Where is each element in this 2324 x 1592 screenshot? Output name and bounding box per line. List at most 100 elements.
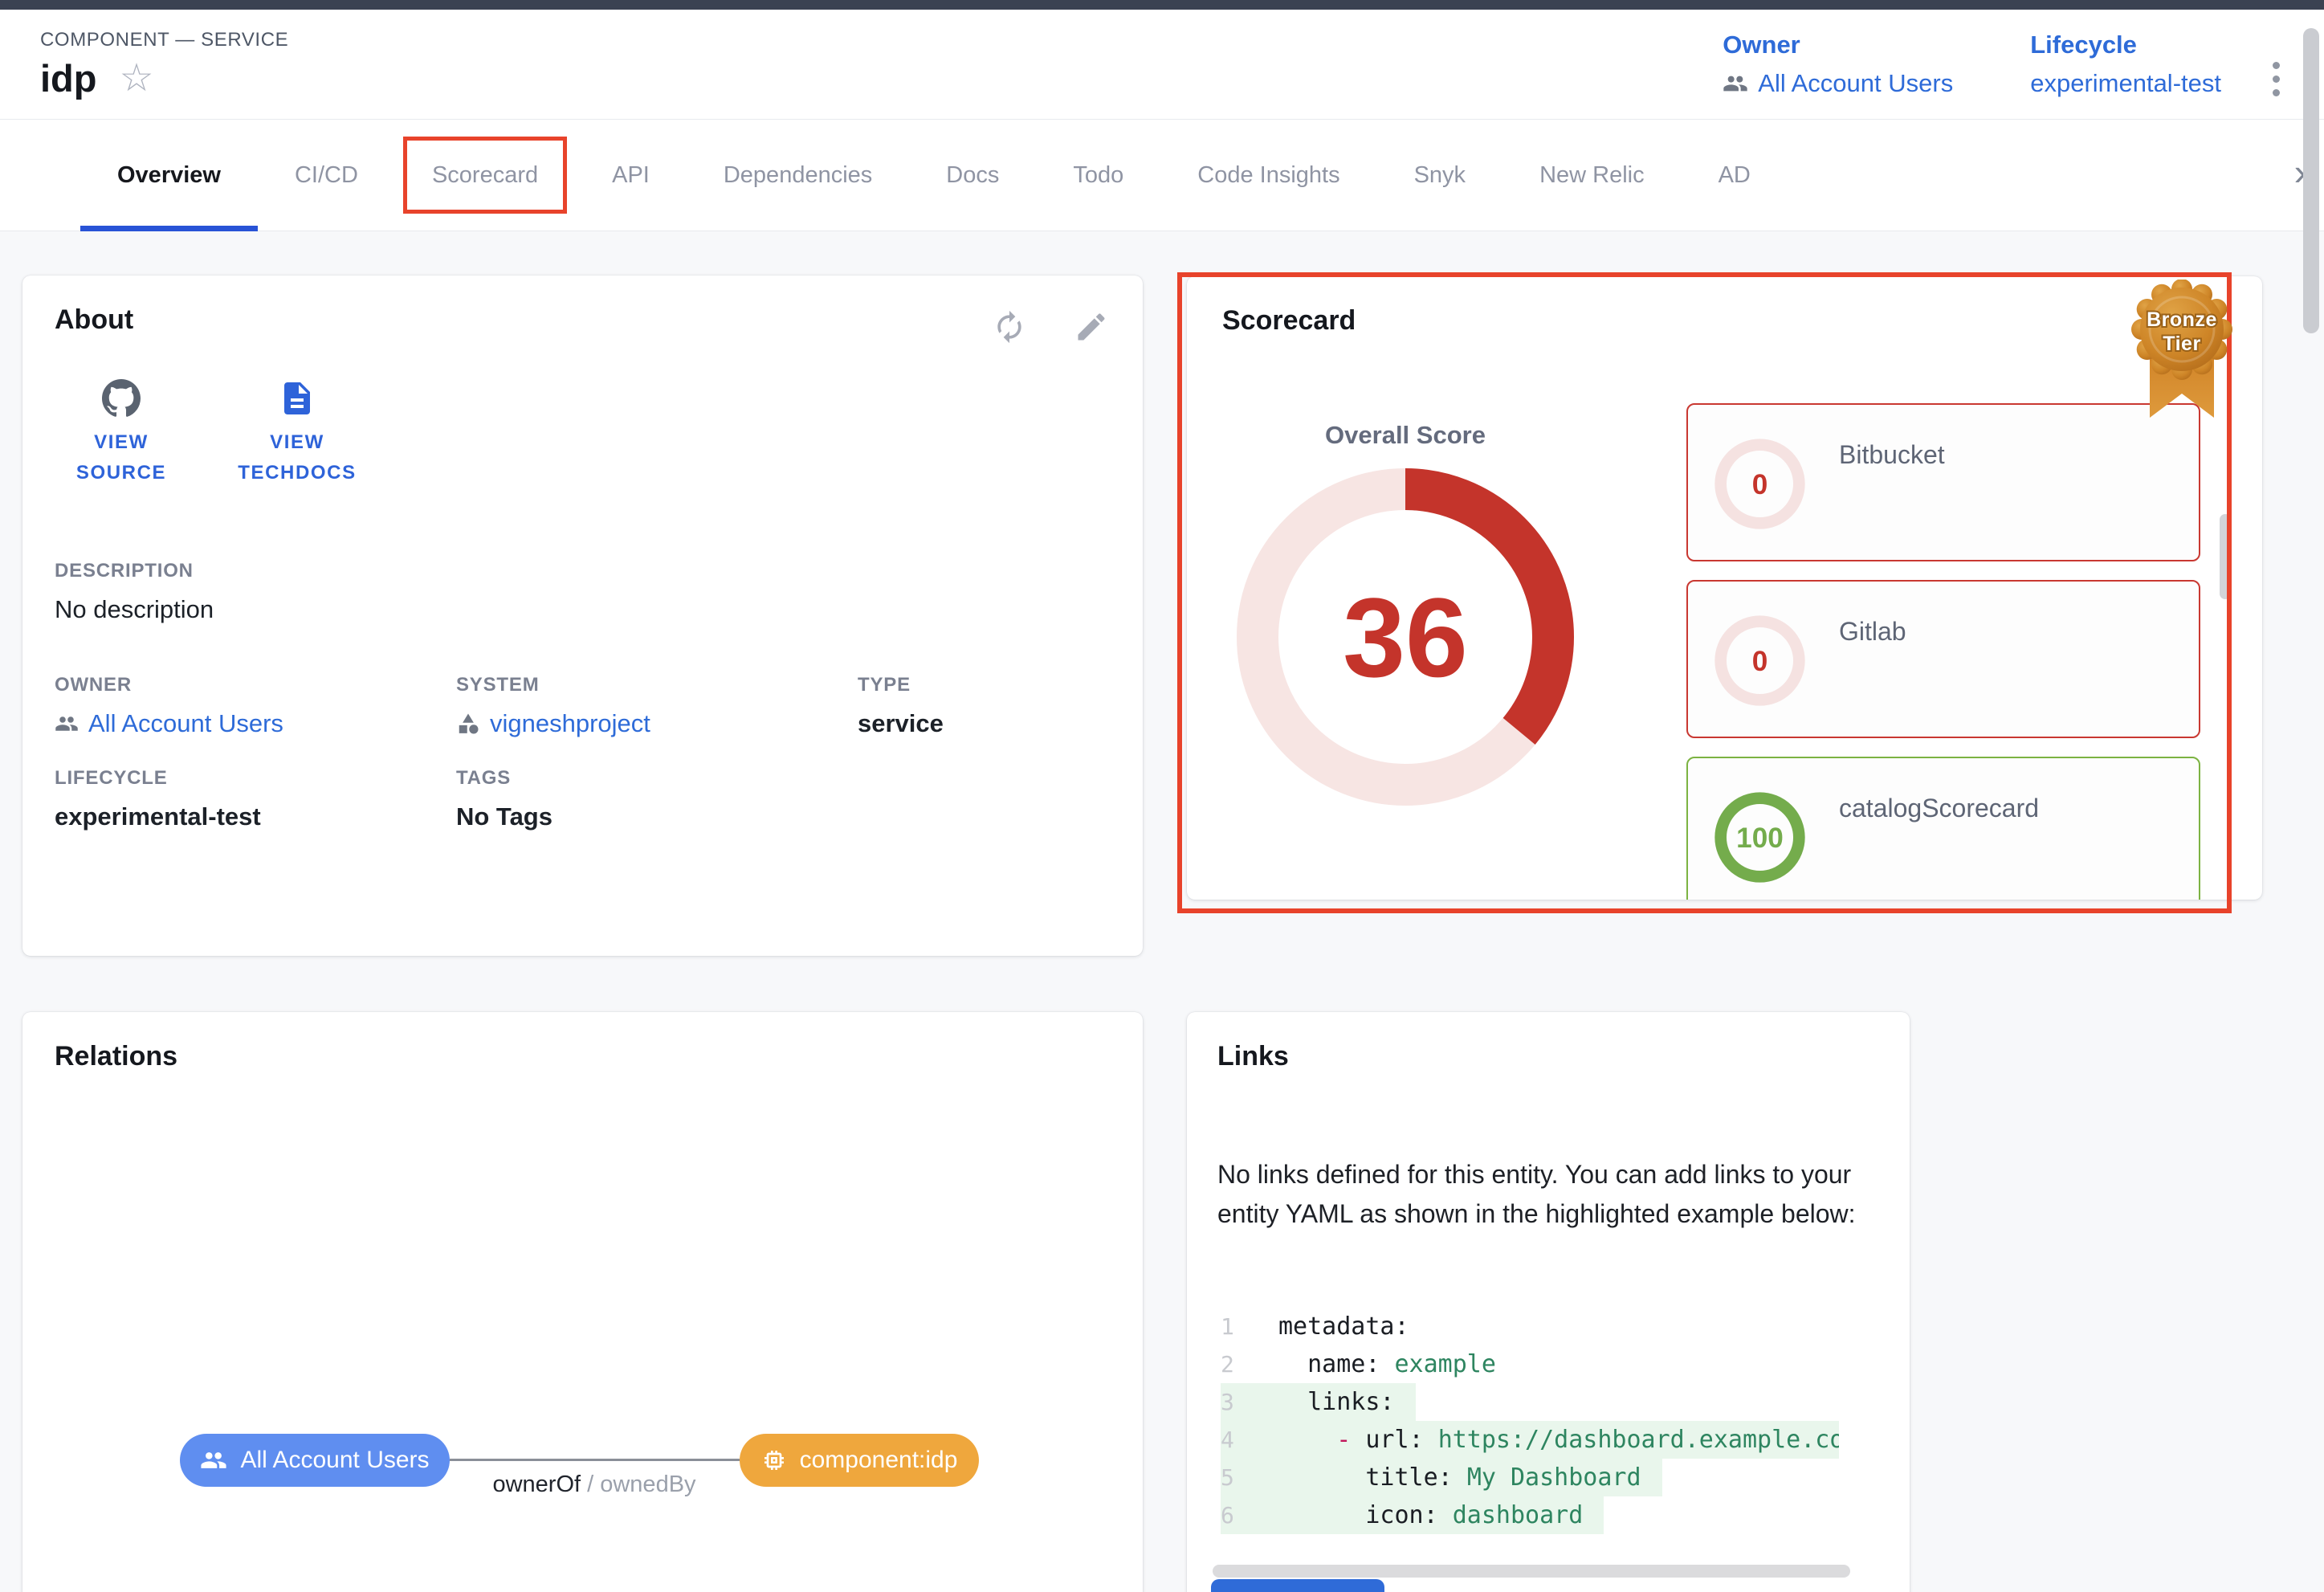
- breadcrumb: COMPONENT — SERVICE: [40, 29, 288, 51]
- scorecard-item-catalogscorecard[interactable]: 100catalogScorecard: [1686, 757, 2200, 900]
- tab-new-relic[interactable]: New Relic: [1502, 120, 1682, 231]
- about-card-title: About: [55, 304, 1111, 336]
- tab-ci-cd[interactable]: CI/CD: [258, 120, 395, 231]
- page-scrollbar[interactable]: [2303, 28, 2319, 333]
- partial-blue-button[interactable]: [1211, 1579, 1384, 1592]
- tab-label: Snyk: [1414, 162, 1466, 189]
- tab-label: Overview: [117, 162, 221, 189]
- category-icon: [456, 712, 480, 736]
- memory-chip-icon: [761, 1447, 787, 1473]
- relation-node-component[interactable]: component:idp: [740, 1434, 979, 1487]
- owner-value: All Account Users: [88, 709, 283, 738]
- techdocs-icon: [278, 379, 316, 418]
- lifecycle-label: LIFECYCLE: [55, 767, 456, 790]
- tab-ad[interactable]: AD: [1682, 120, 1788, 231]
- overall-score-gauge: 36: [1237, 468, 1574, 806]
- tab-label: Todo: [1073, 162, 1123, 189]
- github-icon: [102, 379, 141, 418]
- view-techdocs-label: VIEW TECHDOCS: [217, 427, 377, 489]
- tab-code-insights[interactable]: Code Insights: [1160, 120, 1376, 231]
- links-card: Links No links defined for this entity. …: [1187, 1012, 1910, 1592]
- tab-label: API: [612, 162, 650, 189]
- tab-label: Code Insights: [1197, 162, 1339, 189]
- group-icon: [1723, 71, 1748, 96]
- tab-label: CI/CD: [295, 162, 358, 189]
- code-line: 2 name: example: [1221, 1345, 1517, 1383]
- lifecycle-meta-label: Lifecycle: [2030, 31, 2221, 59]
- scorecard-item-name: Gitlab: [1839, 617, 1906, 647]
- code-block: 1metadata:2 name: example3 links:4 - url…: [1221, 1308, 1839, 1534]
- lifecycle-meta-text: experimental-test: [2030, 69, 2221, 98]
- svg-text:100: 100: [1736, 823, 1784, 854]
- scorecard-card: Scorecard Overall Score 36 0Bitbucket0Gi…: [1187, 276, 2262, 900]
- tab-label: New Relic: [1539, 162, 1645, 189]
- owner-link[interactable]: All Account Users: [55, 709, 456, 738]
- tab-docs[interactable]: Docs: [909, 120, 1036, 231]
- refresh-icon[interactable]: [992, 309, 1027, 345]
- group-icon: [55, 712, 79, 736]
- links-empty-text: No links defined for this entity. You ca…: [1217, 1155, 1884, 1234]
- tab-label: Dependencies: [724, 162, 872, 189]
- code-horizontal-scrollbar[interactable]: [1213, 1565, 1850, 1578]
- view-techdocs-link[interactable]: VIEW TECHDOCS: [217, 379, 377, 489]
- overall-score-value: 36: [1343, 574, 1468, 700]
- badge-text-line1: Bronze: [2147, 308, 2217, 331]
- relation-edge-label: ownerOf / ownedBy: [426, 1472, 763, 1498]
- tab-snyk[interactable]: Snyk: [1377, 120, 1502, 231]
- entity-header: COMPONENT — SERVICE idp ☆ Owner All Acco…: [0, 10, 2324, 119]
- relation-edge-line: [450, 1459, 740, 1461]
- tab-api[interactable]: API: [575, 120, 687, 231]
- tab-label: AD: [1719, 162, 1751, 189]
- scorecard-card-title: Scorecard: [1222, 305, 2227, 337]
- line-number: 6: [1221, 1496, 1256, 1534]
- tab-scorecard[interactable]: Scorecard: [395, 120, 575, 231]
- score-ring: 0: [1709, 610, 1811, 712]
- score-ring: 100: [1709, 786, 1811, 888]
- lifecycle-field: LIFECYCLE experimental-test: [55, 767, 456, 831]
- svg-text:0: 0: [1752, 469, 1768, 500]
- edit-icon[interactable]: [1074, 309, 1109, 345]
- owner-node-label: All Account Users: [240, 1447, 429, 1474]
- code-line: 4 - url: https://dashboard.example.co: [1221, 1421, 1839, 1459]
- code-line: 6 icon: dashboard: [1221, 1496, 1604, 1534]
- system-field: SYSTEM vigneshproject: [456, 674, 858, 738]
- scorecard-item-bitbucket[interactable]: 0 Bitbucket: [1686, 403, 2200, 561]
- view-source-link[interactable]: VIEW SOURCE: [61, 379, 181, 489]
- links-card-title: Links: [1217, 1041, 1879, 1072]
- owner-meta-text: All Account Users: [1758, 69, 1953, 98]
- edge-primary: ownerOf: [492, 1472, 581, 1497]
- scorecard-item-name: Bitbucket: [1839, 440, 1945, 470]
- type-label: TYPE: [858, 674, 1111, 696]
- system-link[interactable]: vigneshproject: [456, 709, 858, 738]
- code-line: 5 title: My Dashboard: [1221, 1459, 1662, 1496]
- lifecycle-meta: Lifecycle experimental-test: [2030, 31, 2221, 98]
- scorecard-item-list: 0 Bitbucket 0 Gitlab 100catalogScorecard: [1686, 403, 2200, 900]
- line-number: 1: [1221, 1308, 1256, 1345]
- scorecard-inner-scrollbar[interactable]: [2220, 514, 2231, 599]
- tab-bar: Overview CI/CD Scorecard API Dependencies Doc…: [0, 119, 2324, 231]
- page-title: idp: [40, 56, 96, 100]
- about-card: About VIEW SOURCE VIEW TECHDOCS DESCRIPT…: [22, 276, 1143, 956]
- description-value: No description: [55, 595, 1111, 624]
- kebab-menu-button[interactable]: [2258, 53, 2293, 104]
- scorecard-item-gitlab[interactable]: 0 Gitlab: [1686, 580, 2200, 738]
- svg-text:0: 0: [1752, 646, 1768, 677]
- system-value: vigneshproject: [490, 709, 650, 738]
- type-value: service: [858, 709, 1111, 738]
- tab-overview[interactable]: Overview: [80, 120, 258, 231]
- tags-field: TAGS No Tags: [456, 767, 858, 831]
- line-number: 2: [1221, 1345, 1256, 1383]
- type-field: TYPE service: [858, 674, 1111, 738]
- tab-dependencies[interactable]: Dependencies: [687, 120, 909, 231]
- bronze-tier-badge: Bronze Tier: [2128, 280, 2236, 424]
- code-line: 1metadata:: [1221, 1308, 1430, 1345]
- system-label: SYSTEM: [456, 674, 858, 696]
- annotation-box-tab: [403, 137, 567, 214]
- relation-node-owner[interactable]: All Account Users: [180, 1434, 450, 1487]
- group-icon: [200, 1447, 227, 1474]
- edge-secondary: ownedBy: [600, 1472, 695, 1497]
- favorite-star-icon[interactable]: ☆: [119, 59, 153, 98]
- tab-todo[interactable]: Todo: [1036, 120, 1160, 231]
- top-bar: [0, 0, 2324, 10]
- owner-meta-value[interactable]: All Account Users: [1723, 69, 1953, 98]
